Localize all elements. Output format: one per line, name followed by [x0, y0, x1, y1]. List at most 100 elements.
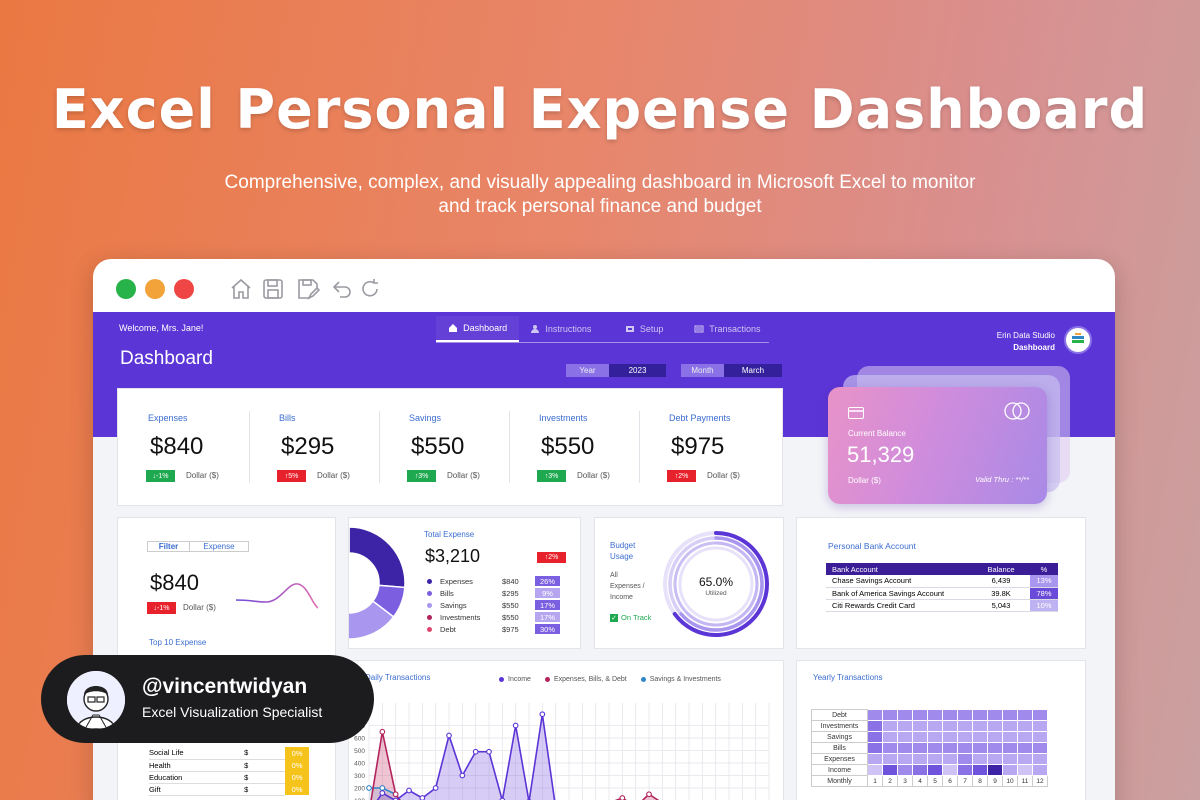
heatmap-cell[interactable]: [972, 709, 988, 721]
data-point[interactable]: [379, 728, 386, 735]
heatmap-cell[interactable]: [1002, 742, 1018, 754]
heatmap-cell[interactable]: [957, 764, 973, 776]
data-point[interactable]: [432, 785, 439, 791]
table-row[interactable]: Chase Savings Account 6,439 13%: [826, 575, 1058, 588]
heatmap-cell[interactable]: [942, 720, 958, 732]
heatmap-cell[interactable]: [927, 731, 943, 743]
heatmap-cell[interactable]: [897, 709, 913, 721]
filter-label[interactable]: Filter: [147, 541, 190, 552]
heatmap-cell[interactable]: [942, 731, 958, 743]
heatmap-cell[interactable]: [912, 742, 928, 754]
data-point[interactable]: [486, 748, 492, 755]
donut-slice-expenses[interactable]: [349, 526, 406, 589]
heatmap-cell[interactable]: [1002, 753, 1018, 765]
balance-card[interactable]: Current Balance 51,329 Dollar ($) Valid …: [828, 387, 1047, 504]
table-row[interactable]: Bank of America Savings Account 39.8K 78%: [826, 587, 1058, 600]
heatmap-cell[interactable]: [897, 720, 913, 732]
heatmap-cell[interactable]: [987, 753, 1003, 765]
heatmap-cell[interactable]: [987, 731, 1003, 743]
heatmap-cell[interactable]: [882, 709, 898, 721]
data-point[interactable]: [646, 791, 652, 798]
data-point[interactable]: [406, 787, 412, 794]
data-point[interactable]: [472, 748, 479, 755]
data-point[interactable]: [379, 785, 386, 791]
heatmap-cell[interactable]: [912, 764, 928, 776]
heatmap-cell[interactable]: [987, 720, 1003, 732]
heatmap-cell[interactable]: [867, 709, 883, 721]
heatmap-cell[interactable]: [1002, 720, 1018, 732]
heatmap-cell[interactable]: [912, 753, 928, 765]
heatmap-cell[interactable]: [912, 731, 928, 743]
tab-transactions[interactable]: Transactions: [686, 316, 769, 342]
heatmap-cell[interactable]: [1002, 731, 1018, 743]
heatmap-cell[interactable]: [942, 764, 958, 776]
heatmap-cell[interactable]: [927, 753, 943, 765]
heatmap-cell[interactable]: [1002, 709, 1018, 721]
heatmap-cell[interactable]: [867, 753, 883, 765]
heatmap-cell[interactable]: [897, 742, 913, 754]
year-selector[interactable]: Year 2023: [566, 364, 666, 377]
heatmap-cell[interactable]: [1032, 742, 1048, 754]
heatmap-cell[interactable]: [897, 753, 913, 765]
data-point[interactable]: [379, 790, 386, 796]
heatmap-cell[interactable]: [867, 720, 883, 732]
heatmap-cell[interactable]: [1032, 764, 1048, 776]
table-row[interactable]: Citi Rewards Credit Card 5,043 10%: [826, 599, 1058, 612]
heatmap-cell[interactable]: [942, 753, 958, 765]
heatmap-cell[interactable]: [972, 753, 988, 765]
heatmap-cell[interactable]: [927, 742, 943, 754]
studio-avatar[interactable]: [1064, 326, 1092, 354]
heatmap-cell[interactable]: [1017, 742, 1033, 754]
data-point[interactable]: [459, 772, 466, 779]
heatmap-cell[interactable]: [1017, 764, 1033, 776]
filter-toggle[interactable]: Filter Expense: [147, 541, 249, 552]
heatmap-cell[interactable]: [912, 709, 928, 721]
heatmap-cell[interactable]: [972, 742, 988, 754]
heatmap-cell[interactable]: [957, 731, 973, 743]
save-as-icon[interactable]: [296, 277, 321, 301]
heatmap-cell[interactable]: [1032, 709, 1048, 721]
data-point[interactable]: [392, 791, 399, 798]
heatmap-cell[interactable]: [882, 731, 898, 743]
heatmap-cell[interactable]: [1017, 753, 1033, 765]
heatmap-cell[interactable]: [897, 764, 913, 776]
heatmap-cell[interactable]: [867, 764, 883, 776]
heatmap-cell[interactable]: [867, 731, 883, 743]
donut-slice-debt[interactable]: [348, 526, 350, 601]
data-point[interactable]: [512, 722, 519, 729]
heatmap-cell[interactable]: [927, 720, 943, 732]
heatmap-cell[interactable]: [912, 720, 928, 732]
heatmap-cell[interactable]: [897, 731, 913, 743]
heatmap-cell[interactable]: [957, 720, 973, 732]
heatmap-cell[interactable]: [1017, 720, 1033, 732]
heatmap-cell[interactable]: [927, 764, 943, 776]
heatmap-cell[interactable]: [942, 742, 958, 754]
heatmap-cell[interactable]: [1032, 731, 1048, 743]
heatmap-cell[interactable]: [1032, 720, 1048, 732]
heatmap-cell[interactable]: [927, 709, 943, 721]
heatmap-cell[interactable]: [1017, 731, 1033, 743]
heatmap-cell[interactable]: [972, 731, 988, 743]
heatmap-cell[interactable]: [957, 709, 973, 721]
filter-value[interactable]: Expense: [190, 541, 249, 552]
heatmap-cell[interactable]: [1002, 764, 1018, 776]
heatmap-cell[interactable]: [882, 720, 898, 732]
heatmap-cell[interactable]: [957, 742, 973, 754]
heatmap-cell[interactable]: [972, 720, 988, 732]
heatmap-cell[interactable]: [987, 742, 1003, 754]
maximize-button[interactable]: [116, 279, 136, 299]
tab-setup[interactable]: Setup: [603, 316, 686, 342]
tab-dashboard[interactable]: Dashboard: [436, 316, 520, 342]
data-point[interactable]: [419, 795, 426, 800]
heatmap-cell[interactable]: [987, 709, 1003, 721]
data-point[interactable]: [446, 732, 452, 739]
heatmap-cell[interactable]: [942, 709, 958, 721]
tab-instructions[interactable]: Instructions: [519, 316, 602, 342]
heatmap-cell[interactable]: [1032, 753, 1048, 765]
undo-icon[interactable]: [330, 277, 354, 301]
home-icon[interactable]: [229, 277, 253, 301]
heatmap-cell[interactable]: [1017, 709, 1033, 721]
save-icon[interactable]: [261, 277, 285, 301]
close-button[interactable]: [174, 279, 194, 299]
heatmap-cell[interactable]: [882, 753, 898, 765]
